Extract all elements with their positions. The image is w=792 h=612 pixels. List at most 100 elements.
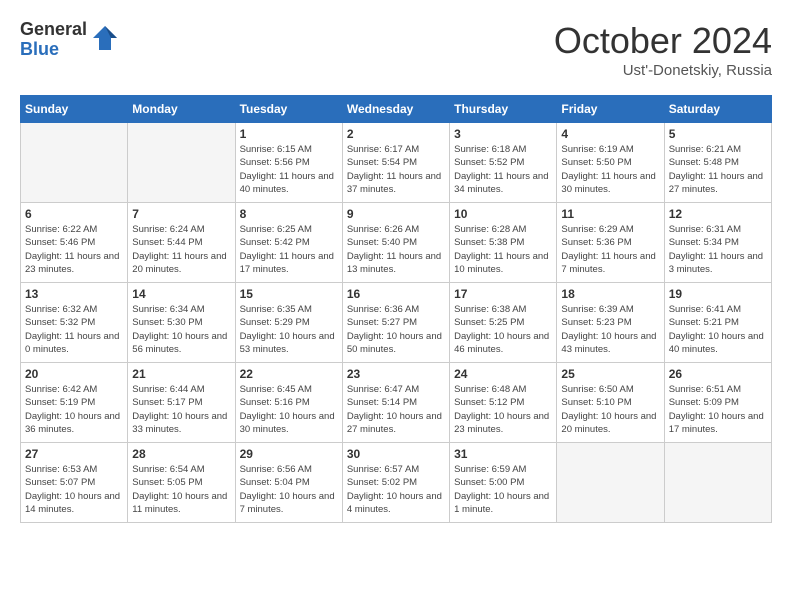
title-block: October 2024 Ust'-Donetskiy, Russia [554, 20, 772, 79]
day-number: 8 [240, 207, 338, 221]
day-info: Sunrise: 6:18 AMSunset: 5:52 PMDaylight:… [454, 143, 552, 196]
day-info: Sunrise: 6:21 AMSunset: 5:48 PMDaylight:… [669, 143, 767, 196]
week-row-3: 13 Sunrise: 6:32 AMSunset: 5:32 PMDayligh… [21, 283, 772, 363]
day-number: 5 [669, 127, 767, 141]
day-number: 3 [454, 127, 552, 141]
day-info: Sunrise: 6:56 AMSunset: 5:04 PMDaylight:… [240, 463, 338, 516]
day-cell [557, 443, 664, 523]
day-number: 17 [454, 287, 552, 301]
col-header-sunday: Sunday [21, 96, 128, 123]
day-info: Sunrise: 6:50 AMSunset: 5:10 PMDaylight:… [561, 383, 659, 436]
day-cell: 18 Sunrise: 6:39 AMSunset: 5:23 PMDayligh… [557, 283, 664, 363]
logo: General Blue [20, 20, 119, 60]
day-info: Sunrise: 6:28 AMSunset: 5:38 PMDaylight:… [454, 223, 552, 276]
day-info: Sunrise: 6:22 AMSunset: 5:46 PMDaylight:… [25, 223, 123, 276]
day-cell: 14Sunrise: 6:34 AMSunset: 5:30 PMDayligh… [128, 283, 235, 363]
day-cell: 15 Sunrise: 6:35 AMSunset: 5:29 PMDayligh… [235, 283, 342, 363]
day-number: 15 [240, 287, 338, 301]
day-number: 26 [669, 367, 767, 381]
day-number: 11 [561, 207, 659, 221]
day-info: Sunrise: 6:42 AMSunset: 5:19 PMDaylight:… [25, 383, 123, 436]
col-header-tuesday: Tuesday [235, 96, 342, 123]
day-info: Sunrise: 6:38 AMSunset: 5:25 PMDaylight:… [454, 303, 552, 356]
page-header: General Blue October 2024 Ust'-Donetskiy… [20, 20, 772, 79]
day-cell: 9Sunrise: 6:26 AMSunset: 5:40 PMDaylight… [342, 203, 449, 283]
day-cell: 24 Sunrise: 6:48 AMSunset: 5:12 PMDayligh… [450, 363, 557, 443]
day-number: 16 [347, 287, 445, 301]
day-number: 10 [454, 207, 552, 221]
day-info: Sunrise: 6:39 AMSunset: 5:23 PMDaylight:… [561, 303, 659, 356]
day-number: 7 [132, 207, 230, 221]
day-number: 31 [454, 447, 552, 461]
day-number: 14 [132, 287, 230, 301]
logo-general: General [20, 20, 87, 40]
day-number: 24 [454, 367, 552, 381]
day-number: 19 [669, 287, 767, 301]
day-cell: 11 Sunrise: 6:29 AMSunset: 5:36 PMDayligh… [557, 203, 664, 283]
day-info: Sunrise: 6:48 AMSunset: 5:12 PMDaylight:… [454, 383, 552, 436]
day-number: 25 [561, 367, 659, 381]
month-title: October 2024 [554, 20, 772, 62]
day-cell: 30Sunrise: 6:57 AMSunset: 5:02 PMDayligh… [342, 443, 449, 523]
day-cell: 29 Sunrise: 6:56 AMSunset: 5:04 PMDayligh… [235, 443, 342, 523]
day-info: Sunrise: 6:45 AMSunset: 5:16 PMDaylight:… [240, 383, 338, 436]
day-info: Sunrise: 6:41 AMSunset: 5:21 PMDaylight:… [669, 303, 767, 356]
day-number: 9 [347, 207, 445, 221]
day-info: Sunrise: 6:47 AMSunset: 5:14 PMDaylight:… [347, 383, 445, 436]
day-cell: 28 Sunrise: 6:54 AMSunset: 5:05 PMDayligh… [128, 443, 235, 523]
day-cell: 17 Sunrise: 6:38 AMSunset: 5:25 PMDayligh… [450, 283, 557, 363]
day-cell [128, 123, 235, 203]
day-cell: 27Sunrise: 6:53 AMSunset: 5:07 PMDayligh… [21, 443, 128, 523]
day-info: Sunrise: 6:36 AMSunset: 5:27 PMDaylight:… [347, 303, 445, 356]
day-cell: 23 Sunrise: 6:47 AMSunset: 5:14 PMDayligh… [342, 363, 449, 443]
day-number: 6 [25, 207, 123, 221]
day-number: 13 [25, 287, 123, 301]
day-cell: 16 Sunrise: 6:36 AMSunset: 5:27 PMDayligh… [342, 283, 449, 363]
day-cell: 26Sunrise: 6:51 AMSunset: 5:09 PMDayligh… [664, 363, 771, 443]
day-cell: 31Sunrise: 6:59 AMSunset: 5:00 PMDayligh… [450, 443, 557, 523]
day-number: 4 [561, 127, 659, 141]
col-header-monday: Monday [128, 96, 235, 123]
logo-text: General Blue [20, 20, 87, 60]
day-number: 28 [132, 447, 230, 461]
day-number: 29 [240, 447, 338, 461]
logo-blue: Blue [20, 40, 87, 60]
day-cell: 2Sunrise: 6:17 AMSunset: 5:54 PMDaylight… [342, 123, 449, 203]
day-cell: 25 Sunrise: 6:50 AMSunset: 5:10 PMDayligh… [557, 363, 664, 443]
day-number: 23 [347, 367, 445, 381]
day-cell: 7 Sunrise: 6:24 AMSunset: 5:44 PMDaylight… [128, 203, 235, 283]
day-info: Sunrise: 6:15 AMSunset: 5:56 PMDaylight:… [240, 143, 338, 196]
day-cell: 4Sunrise: 6:19 AMSunset: 5:50 PMDaylight… [557, 123, 664, 203]
day-number: 12 [669, 207, 767, 221]
header-row: SundayMondayTuesdayWednesdayThursdayFrid… [21, 96, 772, 123]
week-row-1: 1Sunrise: 6:15 AMSunset: 5:56 PMDaylight… [21, 123, 772, 203]
day-info: Sunrise: 6:24 AMSunset: 5:44 PMDaylight:… [132, 223, 230, 276]
col-header-saturday: Saturday [664, 96, 771, 123]
day-cell: 6 Sunrise: 6:22 AMSunset: 5:46 PMDaylight… [21, 203, 128, 283]
day-info: Sunrise: 6:35 AMSunset: 5:29 PMDaylight:… [240, 303, 338, 356]
day-cell: 12Sunrise: 6:31 AMSunset: 5:34 PMDayligh… [664, 203, 771, 283]
day-info: Sunrise: 6:53 AMSunset: 5:07 PMDaylight:… [25, 463, 123, 516]
week-row-5: 27Sunrise: 6:53 AMSunset: 5:07 PMDayligh… [21, 443, 772, 523]
day-cell: 21Sunrise: 6:44 AMSunset: 5:17 PMDayligh… [128, 363, 235, 443]
day-number: 18 [561, 287, 659, 301]
day-cell: 13 Sunrise: 6:32 AMSunset: 5:32 PMDayligh… [21, 283, 128, 363]
day-cell: 10 Sunrise: 6:28 AMSunset: 5:38 PMDayligh… [450, 203, 557, 283]
day-cell: 3 Sunrise: 6:18 AMSunset: 5:52 PMDaylight… [450, 123, 557, 203]
day-info: Sunrise: 6:29 AMSunset: 5:36 PMDaylight:… [561, 223, 659, 276]
day-cell: 20 Sunrise: 6:42 AMSunset: 5:19 PMDayligh… [21, 363, 128, 443]
col-header-friday: Friday [557, 96, 664, 123]
calendar-table: SundayMondayTuesdayWednesdayThursdayFrid… [20, 95, 772, 523]
week-row-2: 6 Sunrise: 6:22 AMSunset: 5:46 PMDaylight… [21, 203, 772, 283]
day-number: 21 [132, 367, 230, 381]
col-header-wednesday: Wednesday [342, 96, 449, 123]
day-number: 20 [25, 367, 123, 381]
col-header-thursday: Thursday [450, 96, 557, 123]
day-info: Sunrise: 6:32 AMSunset: 5:32 PMDaylight:… [25, 303, 123, 356]
day-cell [21, 123, 128, 203]
logo-icon [91, 24, 119, 57]
day-info: Sunrise: 6:54 AMSunset: 5:05 PMDaylight:… [132, 463, 230, 516]
day-number: 22 [240, 367, 338, 381]
week-row-4: 20 Sunrise: 6:42 AMSunset: 5:19 PMDayligh… [21, 363, 772, 443]
day-info: Sunrise: 6:25 AMSunset: 5:42 PMDaylight:… [240, 223, 338, 276]
